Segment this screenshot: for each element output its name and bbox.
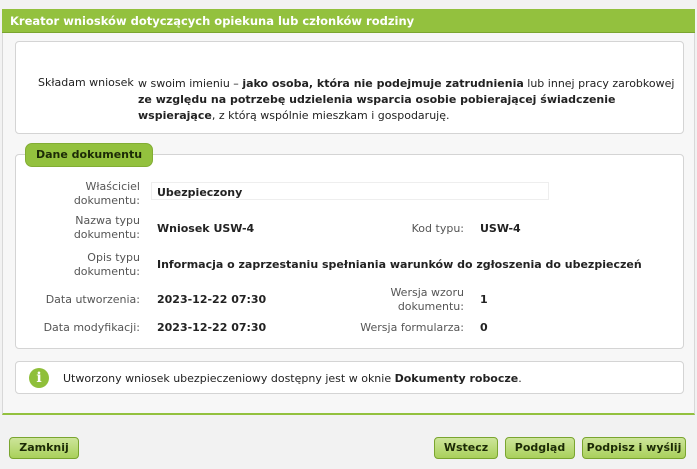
close-button[interactable]: Zamknij xyxy=(9,437,79,459)
owner-label: Właściciel dokumentu: xyxy=(73,180,140,207)
intro-text-part: lub innej pracy zarobkowej xyxy=(523,77,675,90)
modified-value: 2023-12-22 07:30 xyxy=(157,321,267,334)
sign-and-send-button[interactable]: Podpisz i wyślij xyxy=(582,437,686,459)
info-text-after: . xyxy=(518,372,522,385)
info-link-text: Dokumenty robocze xyxy=(394,372,519,385)
intro-panel: Składam wniosek w swoim imieniu – jako o… xyxy=(15,41,684,134)
form-version-label: Wersja formularza: xyxy=(360,321,464,334)
info-text-before: Utworzony wniosek ubezpieczeniowy dostęp… xyxy=(63,372,395,385)
intro-text: w swoim imieniu – jako osoba, która nie … xyxy=(138,76,678,124)
dialog-title: Kreator wniosków dotyczących opiekuna lu… xyxy=(2,9,695,33)
intro-label: Składam wniosek xyxy=(38,76,134,89)
section-title-dane-dokumentu: Dane dokumentu xyxy=(25,143,154,167)
type-code-value: USW-4 xyxy=(480,222,521,235)
template-version-value: 1 xyxy=(480,293,488,306)
type-desc-label: Opis typu dokumentu: xyxy=(73,251,140,278)
info-message: Utworzony wniosek ubezpieczeniowy dostęp… xyxy=(63,372,522,385)
preview-button[interactable]: Podgląd xyxy=(505,437,575,459)
form-version-value: 0 xyxy=(480,321,488,334)
modified-label: Data modyfikacji: xyxy=(43,321,140,334)
template-version-label: Wersja wzoru dokumentu: xyxy=(390,286,464,313)
owner-value: Ubezpieczony xyxy=(157,186,243,199)
type-code-label: Kod typu: xyxy=(411,222,464,235)
intro-text-part: w swoim imieniu – xyxy=(138,77,243,90)
type-name-value: Wniosek USW-4 xyxy=(157,222,255,235)
intro-text-part: , z którą wspólnie mieszkam i gospodaruj… xyxy=(211,109,450,122)
info-panel: i Utworzony wniosek ubezpieczeniowy dost… xyxy=(15,361,684,394)
back-button[interactable]: Wstecz xyxy=(434,437,498,459)
type-name-label: Nazwa typu dokumentu: xyxy=(73,214,140,241)
created-label: Data utworzenia: xyxy=(45,293,140,306)
intro-text-part: jako osoba, która nie podejmuje zatrudni… xyxy=(242,77,524,90)
info-icon: i xyxy=(29,368,49,388)
created-value: 2023-12-22 07:30 xyxy=(157,293,267,306)
type-desc-value: Informacja o zaprzestaniu spełniania war… xyxy=(157,258,642,271)
